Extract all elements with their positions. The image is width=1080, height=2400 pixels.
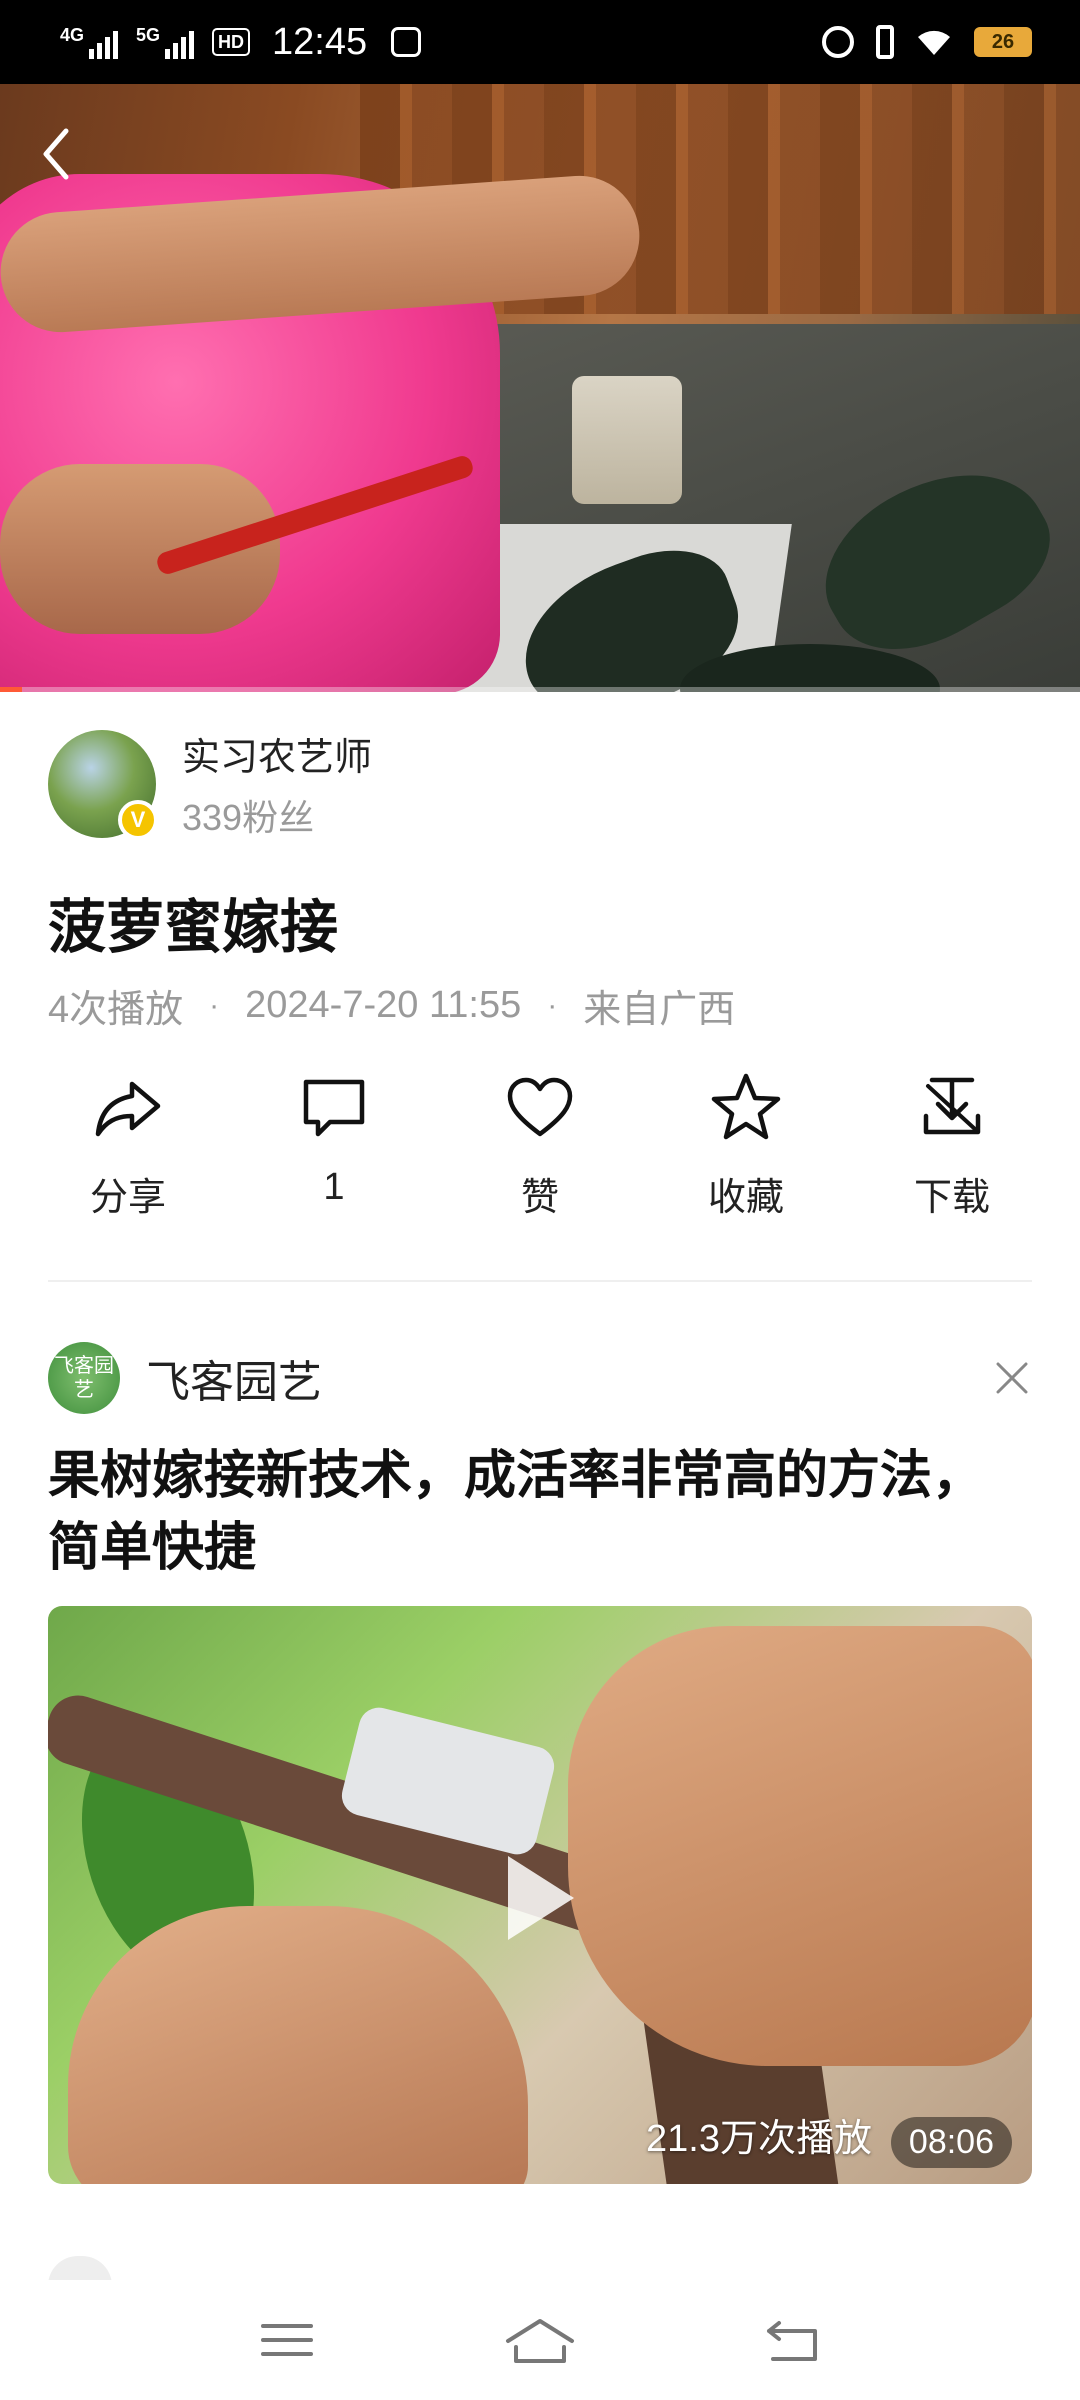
video-duration: 08:06 [890, 2117, 1012, 2168]
recommended-video-thumbnail[interactable]: 21.3万次播放 08:06 [48, 1606, 1032, 2184]
author-name[interactable]: 实习农艺师 [182, 726, 372, 781]
network-type-1: 4G [60, 25, 85, 45]
network-type-2: 5G [136, 25, 161, 45]
menu-button[interactable] [247, 2310, 327, 2370]
video-title: 菠萝蜜嫁接 [48, 895, 339, 960]
video-player[interactable] [0, 84, 1080, 692]
clock: 12:45 [272, 20, 368, 63]
wifi-icon [918, 30, 950, 55]
author-info[interactable]: V 实习农艺师 339粉丝 [48, 726, 372, 841]
signal-5g-icon: 5G [136, 25, 195, 59]
recommended-channel[interactable]: 飞客园艺 飞客园艺 [48, 1342, 322, 1414]
channel-name[interactable]: 飞客园艺 [146, 1346, 322, 1410]
comment-button[interactable]: 1 [254, 1068, 414, 1221]
menu-icon [260, 2324, 313, 2356]
vibrate-icon [876, 25, 894, 59]
video-progress-fill [0, 687, 22, 692]
recommended-video-title[interactable]: 果树嫁接新技术，成活率非常高的方法，简单快捷 [48, 1440, 1032, 1584]
avatar[interactable]: V [48, 729, 158, 840]
channel-avatar[interactable]: 飞客园艺 [48, 1342, 120, 1414]
favorite-button[interactable]: 收藏 [666, 1068, 826, 1221]
meta-separator: · [547, 988, 558, 1022]
comment-count: 1 [323, 1166, 345, 1208]
signal-4g-icon: 4G [60, 25, 119, 59]
battery-icon: 26 [974, 27, 1032, 57]
share-icon [95, 1081, 161, 1137]
video-meta: 4次播放 · 2024-7-20 11:55 · 来自广西 [48, 978, 735, 1033]
share-button[interactable]: 分享 [48, 1068, 208, 1221]
favorite-label: 收藏 [707, 1177, 784, 1219]
chevron-left-icon [43, 128, 69, 180]
star-icon [711, 1073, 781, 1140]
follower-count: 339粉丝 [182, 797, 315, 838]
like-button[interactable]: 赞 [460, 1068, 620, 1221]
location: 来自广西 [583, 989, 736, 1031]
home-icon [505, 2319, 574, 2363]
video-progress-bar[interactable] [0, 687, 1080, 692]
meta-separator: · [209, 988, 220, 1022]
comment-icon [303, 1079, 365, 1137]
hd-voice-icon: HD [212, 28, 251, 56]
alarm-icon [822, 26, 854, 58]
home-button[interactable] [500, 2310, 580, 2370]
verified-badge: V [118, 799, 158, 840]
recommended-play-count: 21.3万次播放 [646, 2118, 872, 2160]
publish-datetime: 2024-7-20 11:55 [245, 984, 522, 1026]
close-icon[interactable] [992, 1358, 1032, 1398]
back-nav-button[interactable] [753, 2310, 833, 2370]
download-label: 下载 [913, 1177, 990, 1219]
download-button[interactable]: 下载 [872, 1068, 1032, 1221]
play-icon[interactable] [508, 1856, 574, 1940]
status-bar: 4G 5G HD 12:45 26 [0, 0, 1080, 84]
divider [48, 1280, 1032, 1282]
system-nav-bar [0, 2280, 1080, 2400]
play-count: 4次播放 [48, 989, 184, 1031]
back-button[interactable] [30, 124, 80, 184]
notification-app-icon [391, 27, 422, 57]
like-label: 赞 [520, 1177, 559, 1219]
share-label: 分享 [89, 1177, 166, 1219]
back-icon [767, 2321, 818, 2361]
action-bar: 分享 1 赞 收藏 下载 [48, 1068, 1032, 1221]
download-icon [923, 1077, 981, 1135]
heart-icon [507, 1077, 573, 1137]
